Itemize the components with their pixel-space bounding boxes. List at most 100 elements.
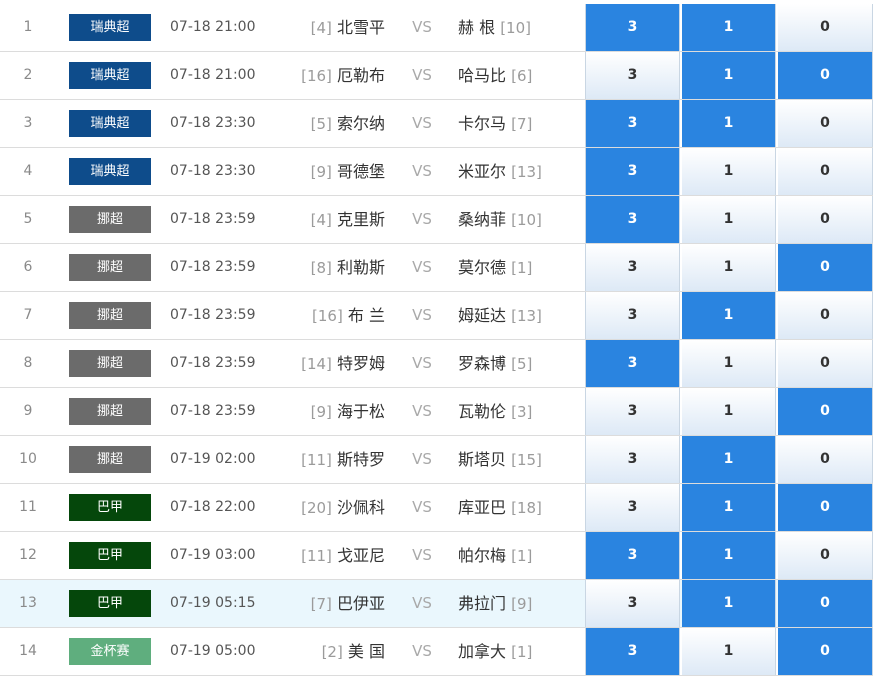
odds-lose-cell[interactable]: 0: [778, 436, 873, 483]
odds-draw-cell[interactable]: 1: [682, 4, 776, 51]
odds-lose-cell[interactable]: 0: [778, 484, 873, 531]
match-row: 10 挪超 07-19 02:00 [11] 斯特罗 VS 斯塔贝 [15] 3 1 0: [0, 436, 873, 484]
odds-draw-cell[interactable]: 1: [682, 580, 776, 627]
home-team: [14] 特罗姆: [270, 340, 385, 387]
odds-draw-cell[interactable]: 1: [682, 532, 776, 579]
odds-draw-cell[interactable]: 1: [682, 388, 776, 435]
away-team: 赫 根 [10]: [458, 4, 583, 51]
odds-lose-cell[interactable]: 0: [778, 340, 873, 387]
odds-win-cell[interactable]: 3: [586, 484, 680, 531]
home-team-name: 海于松: [336, 402, 385, 421]
match-time: 07-19 05:15: [170, 595, 256, 611]
away-team-name: 姆延达: [458, 306, 507, 325]
league-badge: 挪超: [69, 350, 151, 377]
home-rank: [11]: [301, 547, 332, 565]
home-team: [2] 美 国: [270, 628, 385, 675]
away-rank: [7]: [511, 115, 533, 133]
odds-draw-cell[interactable]: 1: [682, 628, 776, 675]
away-team-name: 瓦勒伦: [458, 402, 507, 421]
odds-draw-cell[interactable]: 1: [682, 196, 776, 243]
odds-win-cell[interactable]: 3: [586, 340, 680, 387]
vs-label: VS: [412, 114, 432, 132]
away-team-name: 卡尔马: [458, 114, 507, 133]
match-row: 9 挪超 07-18 23:59 [9] 海于松 VS 瓦勒伦 [3] 3 1 0: [0, 388, 873, 436]
odds-win-cell[interactable]: 3: [586, 100, 680, 147]
odds-draw-cell[interactable]: 1: [682, 244, 776, 291]
home-rank: [9]: [310, 163, 332, 181]
odds-lose-cell[interactable]: 0: [778, 580, 873, 627]
odds-win-cell[interactable]: 3: [586, 196, 680, 243]
league-badge: 挪超: [69, 398, 151, 425]
away-team-name: 帕尔梅: [458, 546, 507, 565]
odds-draw-cell[interactable]: 1: [682, 148, 776, 195]
away-team: 米亚尔 [13]: [458, 148, 583, 195]
odds-win-cell[interactable]: 3: [586, 52, 680, 99]
home-team-name: 特罗姆: [336, 354, 385, 373]
away-rank: [18]: [511, 499, 542, 517]
away-team-name: 库亚巴: [458, 498, 507, 517]
away-rank: [15]: [511, 451, 542, 469]
odds-win-cell[interactable]: 3: [586, 4, 680, 51]
match-row: 3 瑞典超 07-18 23:30 [5] 索尔纳 VS 卡尔马 [7] 3 1 0: [0, 100, 873, 148]
match-number: 5: [23, 211, 33, 227]
match-row: 12 巴甲 07-19 03:00 [11] 戈亚尼 VS 帕尔梅 [1] 3 1 0: [0, 532, 873, 580]
vs-label: VS: [412, 66, 432, 84]
odds-draw-cell[interactable]: 1: [682, 52, 776, 99]
vs-label: VS: [412, 162, 432, 180]
odds-lose-cell[interactable]: 0: [778, 292, 873, 339]
away-team-name: 米亚尔: [458, 162, 507, 181]
home-rank: [11]: [301, 451, 332, 469]
odds-lose-cell[interactable]: 0: [778, 628, 873, 675]
match-row: 7 挪超 07-18 23:59 [16] 布 兰 VS 姆延达 [13] 3 1 0: [0, 292, 873, 340]
home-team-name: 斯特罗: [336, 450, 385, 469]
odds-lose-cell[interactable]: 0: [778, 148, 873, 195]
odds-lose-cell[interactable]: 0: [778, 100, 873, 147]
home-rank: [16]: [301, 67, 332, 85]
away-rank: [13]: [511, 163, 542, 181]
away-team: 姆延达 [13]: [458, 292, 583, 339]
away-rank: [3]: [511, 403, 533, 421]
match-time: 07-18 23:30: [170, 115, 256, 131]
league-badge: 瑞典超: [69, 14, 151, 41]
odds-lose-cell[interactable]: 0: [778, 196, 873, 243]
odds-win-cell[interactable]: 3: [586, 628, 680, 675]
home-team-name: 索尔纳: [336, 114, 385, 133]
odds-lose-cell[interactable]: 0: [778, 244, 873, 291]
match-row: 11 巴甲 07-18 22:00 [20] 沙佩科 VS 库亚巴 [18] 3 1 0: [0, 484, 873, 532]
away-team-name: 弗拉门: [458, 594, 507, 613]
match-number: 9: [23, 403, 33, 419]
league-badge: 瑞典超: [69, 158, 151, 185]
home-team-name: 克里斯: [336, 210, 385, 229]
league-badge: 瑞典超: [69, 110, 151, 137]
away-team: 加拿大 [1]: [458, 628, 583, 675]
league-badge: 金杯赛: [69, 638, 151, 665]
match-time: 07-18 23:59: [170, 307, 256, 323]
away-team-name: 莫尔德: [458, 258, 507, 277]
odds-win-cell[interactable]: 3: [586, 148, 680, 195]
odds-win-cell[interactable]: 3: [586, 244, 680, 291]
odds-draw-cell[interactable]: 1: [682, 340, 776, 387]
odds-win-cell[interactable]: 3: [586, 292, 680, 339]
odds-draw-cell[interactable]: 1: [682, 436, 776, 483]
odds-lose-cell[interactable]: 0: [778, 4, 873, 51]
odds-win-cell[interactable]: 3: [586, 580, 680, 627]
league-badge: 挪超: [69, 446, 151, 473]
odds-draw-cell[interactable]: 1: [682, 292, 776, 339]
away-team: 弗拉门 [9]: [458, 580, 583, 627]
odds-draw-cell[interactable]: 1: [682, 484, 776, 531]
home-rank: [8]: [310, 259, 332, 277]
odds-lose-cell[interactable]: 0: [778, 388, 873, 435]
odds-win-cell[interactable]: 3: [586, 532, 680, 579]
match-row: 13 巴甲 07-19 05:15 [7] 巴伊亚 VS 弗拉门 [9] 3 1 0: [0, 580, 873, 628]
vs-label: VS: [412, 450, 432, 468]
home-team: [20] 沙佩科: [270, 484, 385, 531]
odds-win-cell[interactable]: 3: [586, 436, 680, 483]
odds-win-cell[interactable]: 3: [586, 388, 680, 435]
odds-lose-cell[interactable]: 0: [778, 532, 873, 579]
odds-draw-cell[interactable]: 1: [682, 100, 776, 147]
vs-label: VS: [412, 594, 432, 612]
home-team-name: 厄勒布: [336, 66, 385, 85]
odds-lose-cell[interactable]: 0: [778, 52, 873, 99]
vs-label: VS: [412, 210, 432, 228]
home-team: [7] 巴伊亚: [270, 580, 385, 627]
